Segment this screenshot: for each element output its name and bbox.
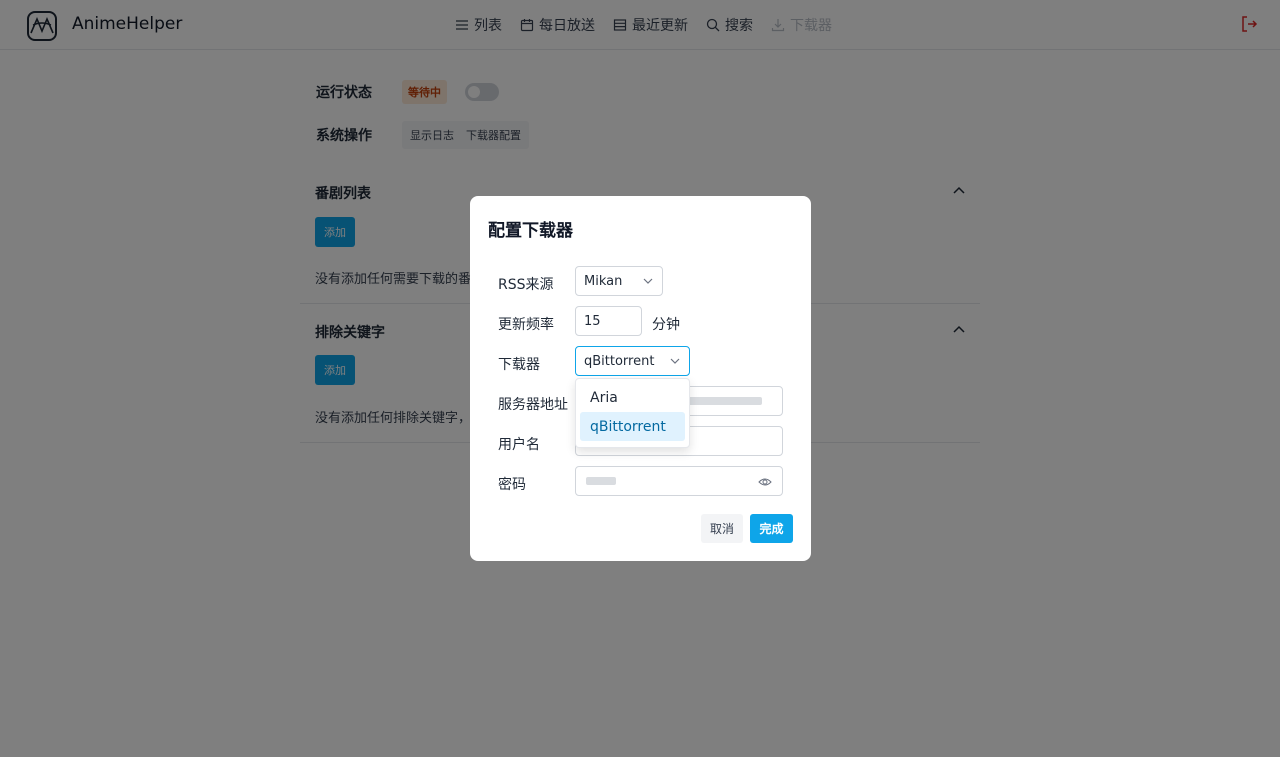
chevron-down-icon [670,358,680,364]
downloader-label: 下载器 [498,357,540,373]
freq-value: 15 [584,313,601,329]
downloader-select[interactable]: qBittorrent [575,346,690,376]
rss-select[interactable]: Mikan [575,266,663,296]
rss-value: Mikan [584,273,623,289]
user-label: 用户名 [498,437,540,453]
chevron-down-icon [643,278,653,284]
dropdown-option-aria[interactable]: Aria [580,383,685,412]
downloader-dropdown: Aria qBittorrent [575,378,690,448]
server-label: 服务器地址 [498,397,568,413]
rss-label: RSS来源 [498,277,554,293]
eye-icon[interactable] [758,475,772,489]
dropdown-option-qbittorrent[interactable]: qBittorrent [580,412,685,441]
cancel-button[interactable]: 取消 [701,514,743,543]
blurred-server-value [684,397,762,405]
password-input[interactable] [575,466,783,496]
freq-label: 更新频率 [498,317,554,333]
downloader-value: qBittorrent [584,353,655,369]
masked-password [586,477,616,485]
dialog-title: 配置下载器 [488,221,573,241]
freq-input[interactable]: 15 [575,306,642,336]
done-button[interactable]: 完成 [750,514,793,543]
password-label: 密码 [498,477,526,493]
freq-unit: 分钟 [652,317,680,333]
